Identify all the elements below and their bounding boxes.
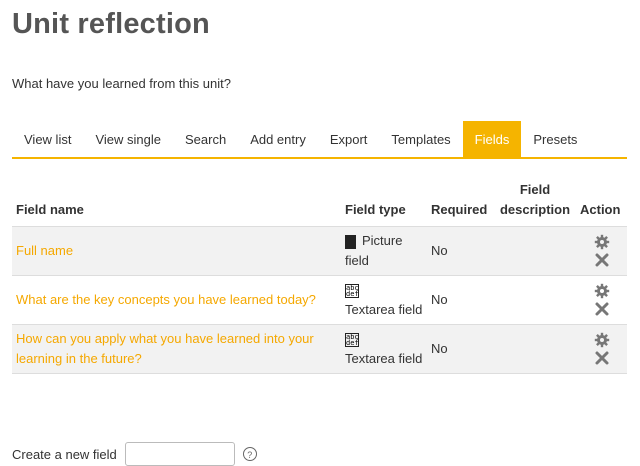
action-cell bbox=[576, 275, 627, 325]
table-row: How can you apply what you have learned … bbox=[12, 324, 627, 374]
required-cell: No bbox=[427, 226, 494, 276]
header-field-name: Field name bbox=[12, 176, 341, 227]
header-required: Required bbox=[427, 176, 494, 227]
field-name-cell: Full name bbox=[12, 226, 341, 276]
required-cell: No bbox=[427, 275, 494, 325]
field-type-label: Textarea field bbox=[345, 351, 423, 366]
field-type-select[interactable] bbox=[124, 442, 235, 466]
picture-field-icon bbox=[345, 234, 356, 249]
table-row: What are the key concepts you have learn… bbox=[12, 275, 627, 325]
help-icon[interactable]: ? bbox=[242, 447, 257, 461]
tab-export[interactable]: Export bbox=[318, 121, 380, 157]
create-field-row: Create a new field ? bbox=[12, 442, 257, 466]
tab-view-single[interactable]: View single bbox=[83, 121, 173, 157]
header-field-type: Field type bbox=[341, 176, 427, 227]
action-cell bbox=[576, 226, 627, 276]
table-header-row: Field name Field type Required Field des… bbox=[12, 176, 627, 227]
tab-presets[interactable]: Presets bbox=[521, 121, 589, 157]
required-cell: No bbox=[427, 324, 494, 374]
table-row: Full name Picture field No bbox=[12, 226, 627, 276]
delete-icon[interactable] bbox=[594, 301, 610, 317]
delete-icon[interactable] bbox=[594, 350, 610, 366]
gear-icon[interactable] bbox=[594, 283, 610, 299]
header-action: Action bbox=[576, 176, 627, 227]
page: Unit reflection What have you learned fr… bbox=[0, 0, 640, 466]
create-field-label: Create a new field bbox=[12, 446, 117, 462]
tab-add-entry[interactable]: Add entry bbox=[238, 121, 318, 157]
page-title: Unit reflection bbox=[12, 8, 210, 40]
page-intro: What have you learned from this unit? bbox=[12, 76, 231, 91]
description-cell bbox=[494, 275, 576, 325]
textarea-field-icon: abc def bbox=[345, 283, 359, 298]
field-type-cell: Picture field bbox=[341, 226, 427, 276]
field-type-cell: abc def Textarea field bbox=[341, 275, 427, 325]
description-cell bbox=[494, 226, 576, 276]
field-type-label: Textarea field bbox=[345, 302, 423, 317]
field-name-link[interactable]: How can you apply what you have learned … bbox=[16, 331, 314, 366]
field-name-cell: How can you apply what you have learned … bbox=[12, 324, 341, 374]
gear-icon[interactable] bbox=[594, 234, 610, 250]
tab-view-list[interactable]: View list bbox=[12, 121, 83, 157]
textarea-field-icon: abc def bbox=[345, 332, 359, 347]
tab-bar: View list View single Search Add entry E… bbox=[12, 121, 627, 159]
field-name-cell: What are the key concepts you have learn… bbox=[12, 275, 341, 325]
fields-table: Field name Field type Required Field des… bbox=[12, 176, 627, 374]
field-name-link[interactable]: What are the key concepts you have learn… bbox=[16, 292, 316, 307]
action-cell bbox=[576, 324, 627, 374]
description-cell bbox=[494, 324, 576, 374]
header-field-description: Field description bbox=[494, 176, 576, 227]
gear-icon[interactable] bbox=[594, 332, 610, 348]
field-name-link[interactable]: Full name bbox=[16, 243, 73, 258]
tab-fields[interactable]: Fields bbox=[462, 121, 522, 157]
field-type-cell: abc def Textarea field bbox=[341, 324, 427, 374]
tab-templates[interactable]: Templates bbox=[379, 121, 462, 157]
tab-search[interactable]: Search bbox=[173, 121, 238, 157]
delete-icon[interactable] bbox=[594, 252, 610, 268]
